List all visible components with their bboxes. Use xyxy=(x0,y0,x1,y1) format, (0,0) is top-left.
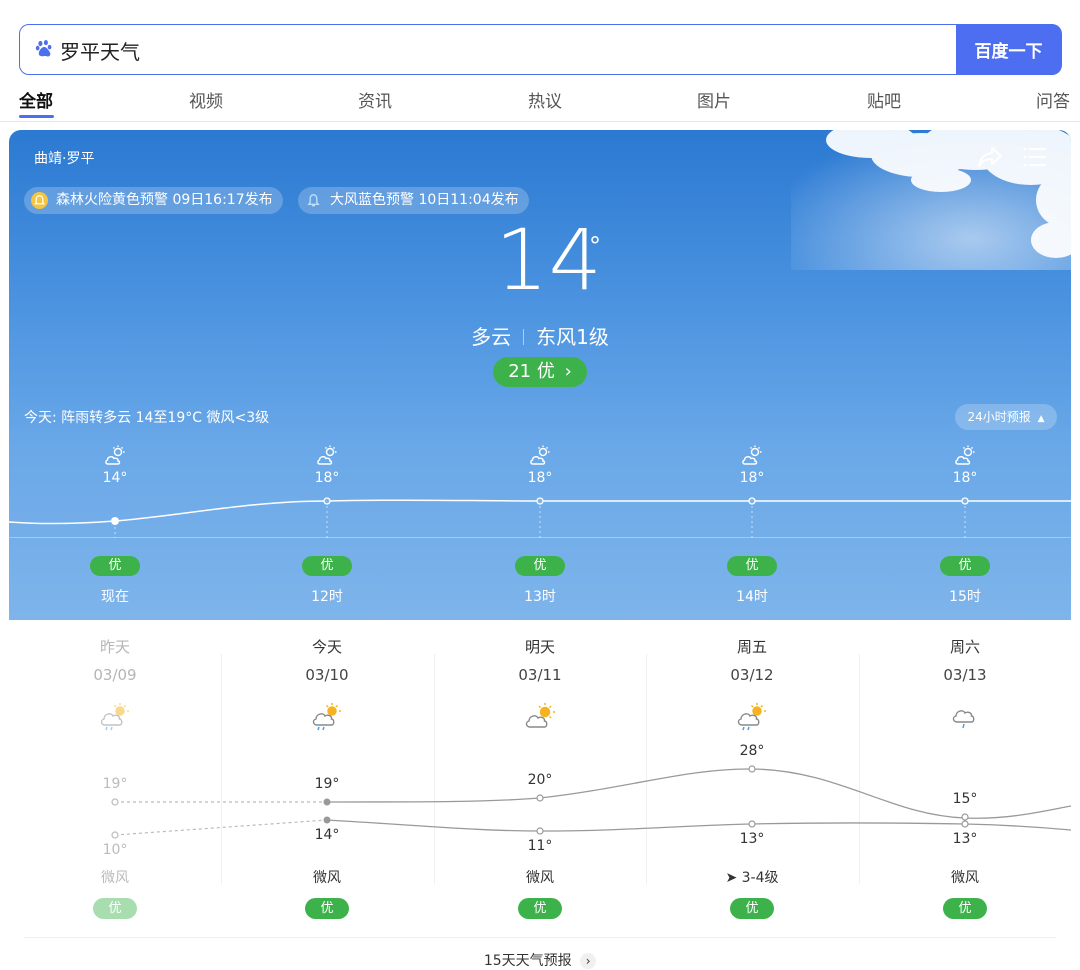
day-wind: 微风 xyxy=(101,870,129,886)
aqi-pill: 优 xyxy=(727,556,777,576)
wind-text: 东风1级 xyxy=(536,325,609,349)
wind-alert[interactable]: 大风蓝色预警 10日11:04发布 xyxy=(298,187,529,214)
aqi-pill: 优 xyxy=(515,556,565,576)
aqi-badge[interactable]: 21 优 › xyxy=(493,357,587,387)
low-temp: 14° xyxy=(314,827,340,843)
partly-cloudy-icon xyxy=(530,445,550,465)
hour-label: 现在 xyxy=(101,589,129,605)
low-temp: 11° xyxy=(527,838,553,854)
daily-temp-curves xyxy=(111,765,1071,839)
aqi-pill: 优 xyxy=(518,898,562,919)
chevron-right-icon: › xyxy=(564,361,572,382)
baidu-paw-icon xyxy=(35,40,52,57)
high-temp: 28° xyxy=(739,743,765,759)
day-wind: 微风 xyxy=(526,870,554,886)
search-input[interactable]: 罗平天气 xyxy=(60,36,140,65)
degree-symbol: ° xyxy=(589,232,601,260)
aqi-pill: 优 xyxy=(302,556,352,576)
aqi-pill: 优 xyxy=(943,898,987,919)
divider xyxy=(523,329,525,345)
hour-col-bottom: 优 现在 xyxy=(75,554,155,606)
high-temp: 15° xyxy=(952,791,978,807)
tab-all[interactable]: 全部 xyxy=(19,87,53,112)
weather-card: 曲靖·罗平 森林火险黄色预警 09日16:17发布 大风蓝色预警 10日11:0… xyxy=(9,130,1071,620)
aqi-pill: 优 xyxy=(940,556,990,576)
today-summary: 今天: 阵雨转多云 14至19°C 微风<3级 xyxy=(24,410,270,426)
hourly-temp-curve xyxy=(9,497,1071,538)
daily-forecast: 昨天 03/09 今天 03/10 明天 03/11 周五 03/12 周六 0… xyxy=(9,620,1071,970)
tab-images[interactable]: 图片 xyxy=(697,87,731,112)
region-label: 曲靖·罗平 xyxy=(34,151,95,167)
bell-icon xyxy=(307,194,320,207)
hour-label: 13时 xyxy=(524,589,556,605)
share-icon[interactable] xyxy=(977,145,1003,169)
low-temp: 10° xyxy=(102,842,128,858)
divider xyxy=(24,937,1056,938)
current-condition: 多云 东风1级 xyxy=(9,321,1071,350)
condition-text: 多云 xyxy=(471,325,512,349)
forest-fire-alert[interactable]: 森林火险黄色预警 09日16:17发布 xyxy=(24,187,283,214)
aqi-pill: 优 xyxy=(305,898,349,919)
low-temp: 13° xyxy=(952,831,978,847)
tab-video[interactable]: 视频 xyxy=(189,87,223,112)
search-button[interactable]: 百度一下 xyxy=(955,23,1062,75)
search-bar: 罗平天气 百度一下 xyxy=(19,23,1062,75)
tab-tieba[interactable]: 贴吧 xyxy=(867,87,901,112)
hour-label: 12时 xyxy=(311,589,343,605)
hour-label: 14时 xyxy=(736,589,768,605)
high-temp: 19° xyxy=(314,776,340,792)
bell-icon xyxy=(31,192,48,209)
aqi-pill: 优 xyxy=(90,556,140,576)
day-wind: ➤ 3-4级 xyxy=(725,870,779,886)
partly-cloudy-icon xyxy=(742,445,762,465)
current-temperature: 14 xyxy=(495,211,602,309)
active-tab-indicator xyxy=(19,115,54,118)
partly-cloudy-icon xyxy=(955,445,975,465)
tab-qa[interactable]: 问答 xyxy=(1036,87,1070,112)
forecast-24h-toggle[interactable]: 24小时预报 ▲ xyxy=(955,404,1057,430)
hour-col-bottom: 优 12时 xyxy=(287,554,367,606)
caret-up-icon: ▲ xyxy=(1037,414,1045,424)
hour-col-bottom: 优 15时 xyxy=(925,554,1005,606)
tab-discussion[interactable]: 热议 xyxy=(528,87,562,112)
list-menu-icon[interactable] xyxy=(1023,146,1047,168)
aqi-pill: 优 xyxy=(93,898,137,919)
partly-cloudy-icon xyxy=(317,445,337,465)
divider xyxy=(9,537,1071,538)
day-wind: 微风 xyxy=(313,870,341,886)
tab-bar: 全部 视频 资讯 热议 图片 贴吧 问答 xyxy=(0,84,1080,122)
hour-label: 15时 xyxy=(949,589,981,605)
hour-col-bottom: 优 13时 xyxy=(500,554,580,606)
day-wind: 微风 xyxy=(951,870,979,886)
high-temp: 19° xyxy=(102,776,128,792)
15-day-forecast-link[interactable]: 15天天气预报 › xyxy=(9,950,1071,970)
high-temp: 20° xyxy=(527,772,553,788)
tab-news[interactable]: 资讯 xyxy=(358,87,392,112)
aqi-pill: 优 xyxy=(730,898,774,919)
partly-cloudy-icon xyxy=(105,445,125,465)
low-temp: 13° xyxy=(739,831,765,847)
hour-col-bottom: 优 14时 xyxy=(712,554,792,606)
